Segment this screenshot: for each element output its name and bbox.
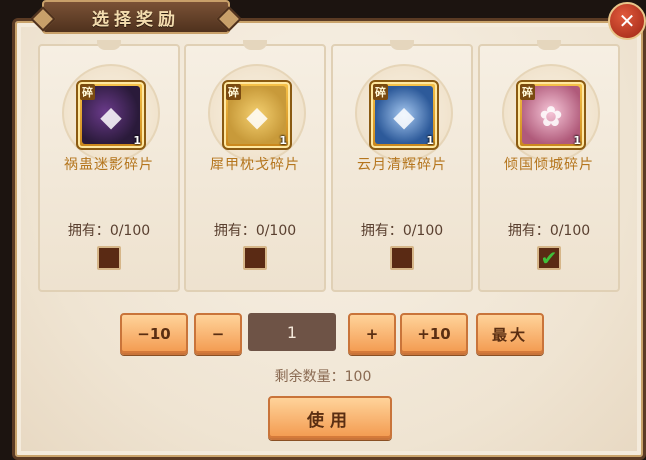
close-button[interactable]: ✕ xyxy=(608,2,646,40)
owned-label: 拥有： xyxy=(213,223,256,239)
max-button[interactable]: 最大 xyxy=(476,313,544,355)
owned-text: 拥有：0/100 xyxy=(480,220,618,240)
fragment-tag: 碎 xyxy=(226,84,241,100)
item-name: 犀甲枕戈碎片 xyxy=(210,157,300,173)
plus-10-button[interactable]: +10 xyxy=(400,313,468,355)
owned-text: 拥有：0/100 xyxy=(186,220,324,240)
select-checkbox-checked[interactable]: ✔ xyxy=(537,246,561,270)
select-checkbox[interactable] xyxy=(390,246,414,270)
item-count: 1 xyxy=(426,134,434,147)
item-count: 1 xyxy=(133,134,141,147)
select-checkbox[interactable] xyxy=(243,246,267,270)
item-glyph: ◆ xyxy=(393,100,415,133)
minus-button[interactable]: − xyxy=(194,313,242,355)
fragment-tag: 碎 xyxy=(520,84,535,100)
owned-value: 0/100 xyxy=(255,223,297,239)
owned-label: 拥有： xyxy=(360,223,403,239)
reward-card-list: ◆ 碎 1 祸蛊迷影碎片 拥有：0/100 ◆ 碎 1 犀甲枕戈碎片 拥有：0/… xyxy=(38,40,630,292)
owned-label: 拥有： xyxy=(67,223,110,239)
reward-card-3[interactable]: ✿ 碎 1 倾国倾城碎片 拥有：0/100 ✔ xyxy=(478,40,620,292)
item-name: 云月清辉碎片 xyxy=(357,157,447,173)
dialog-title: 选择奖励 xyxy=(92,9,180,30)
item-count: 1 xyxy=(279,134,287,147)
remaining-count: 剩余数量：100 xyxy=(274,369,372,385)
item-icon-frame[interactable]: ◆ 碎 1 xyxy=(222,80,292,150)
minus-10-button[interactable]: −10 xyxy=(120,313,188,355)
item-glyph: ✿ xyxy=(539,100,563,133)
item-icon-frame[interactable]: ◆ 碎 1 xyxy=(369,80,439,150)
item-icon-frame[interactable]: ◆ 碎 1 xyxy=(76,80,146,150)
item-count: 1 xyxy=(573,134,581,147)
item-glyph: ◆ xyxy=(246,100,268,133)
item-name: 倾国倾城碎片 xyxy=(504,157,594,173)
fragment-tag: 碎 xyxy=(80,84,95,100)
fragment-tag: 碎 xyxy=(373,84,388,100)
select-checkbox[interactable] xyxy=(97,246,121,270)
owned-value: 0/100 xyxy=(109,223,151,239)
quantity-input[interactable]: 1 xyxy=(248,313,336,351)
item-icon-frame[interactable]: ✿ 碎 1 xyxy=(516,80,586,150)
title-plate: 选择奖励 xyxy=(42,0,230,34)
card-ornament xyxy=(537,40,561,50)
card-ornament xyxy=(243,40,267,50)
owned-value: 0/100 xyxy=(402,223,444,239)
card-ornament xyxy=(97,40,121,50)
plus-button[interactable]: + xyxy=(348,313,396,355)
owned-text: 拥有：0/100 xyxy=(40,220,178,240)
reward-card-2[interactable]: ◆ 碎 1 云月清辉碎片 拥有：0/100 xyxy=(331,40,473,292)
reward-card-1[interactable]: ◆ 碎 1 犀甲枕戈碎片 拥有：0/100 xyxy=(184,40,326,292)
reward-card-0[interactable]: ◆ 碎 1 祸蛊迷影碎片 拥有：0/100 xyxy=(38,40,180,292)
checkmark-icon: ✔ xyxy=(540,246,558,270)
card-ornament xyxy=(390,40,414,50)
item-name: 祸蛊迷影碎片 xyxy=(64,157,154,173)
item-glyph: ◆ xyxy=(100,100,122,133)
quantity-stepper: −10 − 1 + +10 最大 xyxy=(0,313,646,355)
owned-text: 拥有：0/100 xyxy=(333,220,471,240)
owned-label: 拥有： xyxy=(507,223,550,239)
close-icon: ✕ xyxy=(618,9,636,33)
owned-value: 0/100 xyxy=(549,223,591,239)
use-button[interactable]: 使用 xyxy=(268,396,392,440)
